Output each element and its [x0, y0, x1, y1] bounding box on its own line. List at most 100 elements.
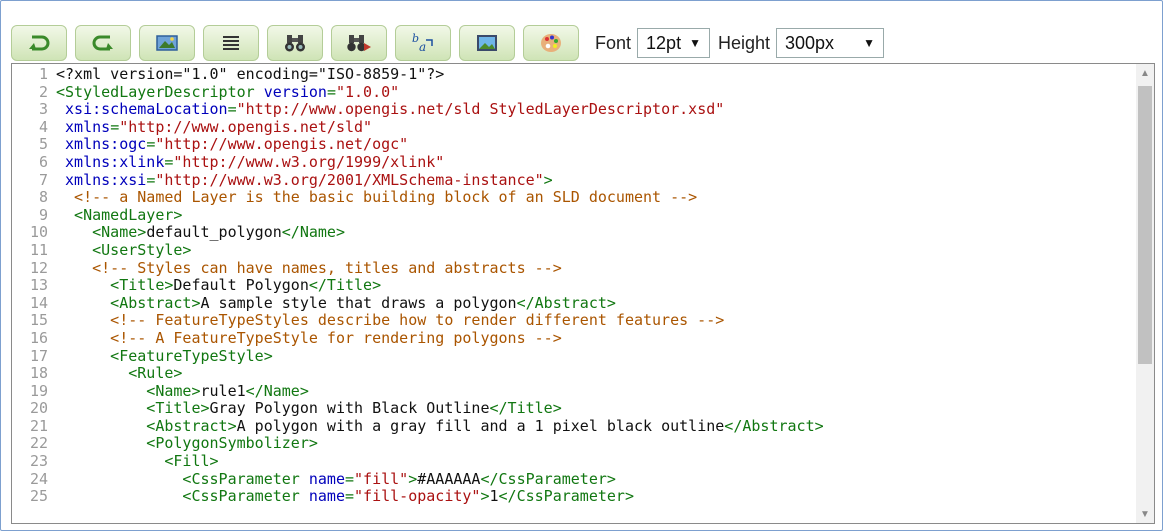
line-number: 13 [29, 276, 48, 295]
code-token: <PolygonSymbolizer> [56, 434, 318, 453]
editor-window: ba Font 12pt ▼ Height 300px ▼ 1 <?xml ver… [0, 0, 1163, 531]
code-line: 22 <PolygonSymbolizer> [12, 435, 1138, 453]
binoculars-icon [283, 33, 307, 53]
line-number: 17 [29, 346, 48, 365]
line-number: 11 [29, 240, 48, 259]
code-line: 25 <CssParameter name="fill-opacity">1</… [12, 487, 1138, 506]
font-format-icon: ba [410, 32, 436, 54]
code-line: 8 <!-- a Named Layer is the basic buildi… [12, 188, 1138, 207]
code-token: default_polygon [146, 223, 282, 242]
palette-icon [539, 32, 563, 54]
chevron-down-icon: ▼ [689, 36, 701, 50]
code-token: <Title> [56, 276, 174, 295]
code-token: <Name> [56, 381, 201, 400]
line-number: 8 [38, 188, 48, 207]
code-token: xmlns:ogc [56, 135, 147, 154]
code-token: "http://www.opengis.net/sld StyledLayerD… [236, 100, 725, 119]
line-number: 15 [29, 311, 48, 330]
code-token: name [308, 487, 345, 506]
height-value: 300px [785, 32, 835, 53]
code-token: = [326, 82, 336, 101]
code-line: 10 <Name>default_polygon</Name> [12, 224, 1138, 242]
code-text: <Title>Default Polygon</Title> [56, 276, 1138, 295]
line-number: 19 [29, 381, 48, 400]
undo-icon [26, 34, 52, 52]
code-text: <FeatureTypeStyle> [56, 347, 1138, 366]
line-number: 9 [38, 205, 48, 224]
line-number: 14 [29, 293, 48, 312]
code-token: <Rule> [56, 364, 183, 383]
code-token: > [408, 469, 418, 488]
code-text: xmlns:ogc="http://www.opengis.net/ogc" [56, 136, 1138, 154]
font-size-select[interactable]: 12pt ▼ [637, 28, 710, 58]
code-line: 6 xmlns:xlink="http://www.w3.org/1999/xl… [12, 153, 1138, 172]
scroll-up-icon[interactable]: ▲ [1136, 64, 1154, 82]
code-token: #AAAAAA [417, 469, 481, 488]
code-token: </Title> [308, 276, 382, 295]
code-text: xmlns:xsi="http://www.w3.org/2001/XMLSch… [56, 170, 1138, 190]
code-lines: 1 <?xml version="1.0" encoding="ISO-8859-… [12, 65, 1138, 506]
redo-button[interactable] [75, 25, 131, 61]
code-token: </Abstract> [724, 416, 824, 435]
code-line: 1 <?xml version="1.0" encoding="ISO-8859-… [12, 65, 1138, 84]
code-token: A sample style that draws a polygon [200, 293, 517, 312]
line-number: 4 [38, 117, 48, 136]
font-format-button[interactable]: ba [395, 25, 451, 61]
code-token: "fill-opacity" [354, 487, 481, 506]
find-button[interactable] [267, 25, 323, 61]
code-text: <!-- a Named Layer is the basic building… [56, 188, 1138, 207]
code-editor[interactable]: 1 <?xml version="1.0" encoding="ISO-8859-… [11, 63, 1155, 524]
picture-button[interactable] [459, 25, 515, 61]
code-text: xmlns="http://www.opengis.net/sld" [56, 117, 1138, 137]
code-token: <CssParameter [56, 487, 309, 506]
code-text: <?xml version="1.0" encoding="ISO-8859-1… [56, 65, 1138, 84]
line-number: 7 [38, 170, 48, 189]
find-replace-button[interactable] [331, 25, 387, 61]
line-number: 20 [29, 399, 48, 418]
height-label: Height [717, 32, 770, 53]
font-label: Font [595, 32, 632, 53]
line-number: 5 [38, 135, 48, 154]
code-line: 7 xmlns:xsi="http://www.w3.org/2001/XMLS… [12, 170, 1138, 190]
code-line: 23 <Fill> [12, 452, 1138, 471]
code-text: <!-- FeatureTypeStyles describe how to r… [56, 312, 1138, 330]
code-token: A polygon with a gray fill and a 1 pixel… [236, 416, 725, 435]
code-token: </Title> [489, 399, 562, 418]
code-text: xsi:schemaLocation="http://www.opengis.n… [56, 100, 1138, 119]
code-text: <Abstract>A polygon with a gray fill and… [56, 416, 1138, 436]
code-token: = [227, 100, 237, 119]
line-number: 18 [29, 364, 48, 383]
code-token: = [110, 117, 120, 136]
code-text: <Abstract>A sample style that draws a po… [56, 293, 1138, 313]
code-token: </CssParameter> [480, 469, 616, 488]
redo-icon [90, 34, 116, 52]
align-text-button[interactable] [203, 25, 259, 61]
code-token: <!-- Styles can have names, titles and a… [56, 258, 562, 277]
code-token: = [146, 135, 156, 154]
image-button[interactable] [139, 25, 195, 61]
palette-button[interactable] [523, 25, 579, 61]
code-text: <CssParameter name="fill">#AAAAAA</CssPa… [56, 469, 1138, 489]
code-token: = [146, 170, 156, 189]
line-number: 10 [29, 223, 48, 242]
code-token: "fill" [354, 469, 409, 488]
code-token: > [480, 487, 490, 506]
code-token: = [345, 487, 355, 506]
code-line: 3 xsi:schemaLocation="http://www.opengis… [12, 100, 1138, 119]
find-replace-icon [346, 33, 372, 53]
picture-icon [475, 33, 499, 53]
height-select[interactable]: 300px ▼ [776, 28, 884, 58]
code-line: 21 <Abstract>A polygon with a gray fill … [12, 416, 1138, 436]
line-number: 24 [29, 469, 48, 488]
scroll-down-icon[interactable]: ▼ [1136, 505, 1154, 523]
vertical-scrollbar[interactable]: ▲ ▼ [1136, 64, 1154, 523]
scrollbar-thumb[interactable] [1138, 86, 1152, 364]
code-token: xmlns:xsi [56, 170, 147, 189]
code-token: version [263, 82, 327, 101]
code-text: xmlns:xlink="http://www.w3.org/1999/xlin… [56, 153, 1138, 172]
code-line: 19 <Name>rule1</Name> [12, 381, 1138, 401]
undo-button[interactable] [11, 25, 67, 61]
svg-text:a: a [419, 40, 426, 54]
svg-text:b: b [412, 32, 419, 45]
code-token: "http://www.opengis.net/sld" [119, 117, 373, 136]
